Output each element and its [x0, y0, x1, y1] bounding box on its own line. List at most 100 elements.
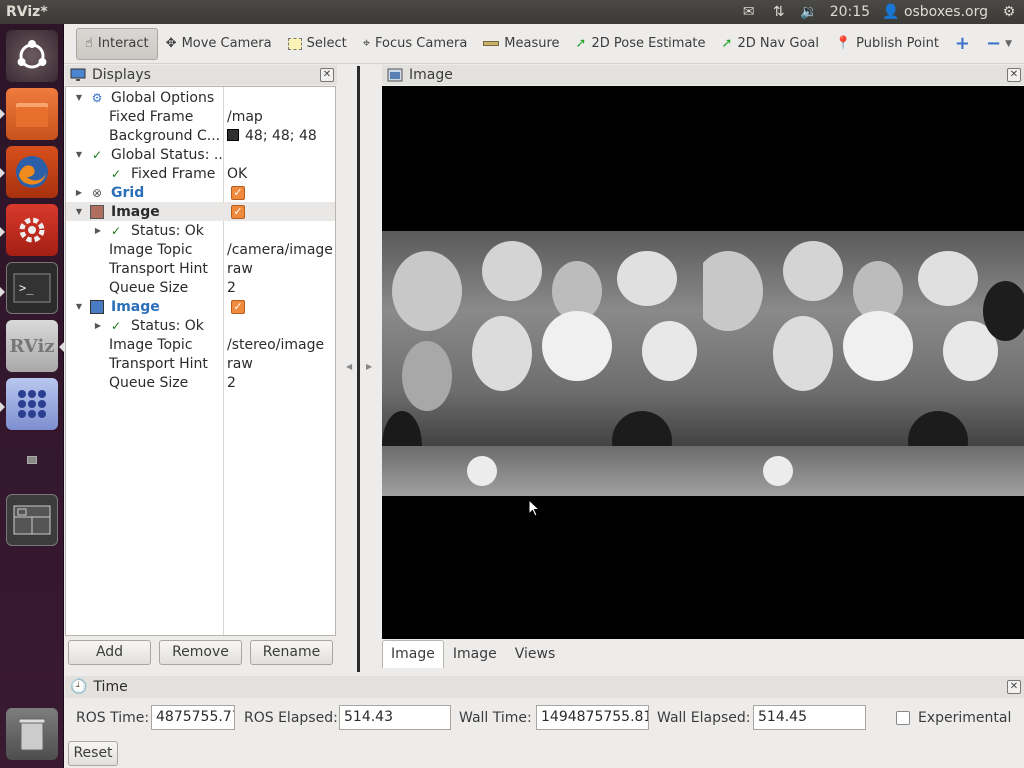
ros-time-label: ROS Time: [76, 710, 150, 726]
files-icon[interactable] [6, 88, 58, 140]
tab-views[interactable]: Views [506, 640, 565, 668]
expand-down-icon[interactable]: ▼ [74, 302, 84, 311]
close-icon[interactable]: ✕ [1007, 680, 1021, 694]
window-title: RViz* [6, 4, 48, 20]
ros-time-field[interactable]: 4875755.77 [151, 705, 235, 730]
system-settings-icon[interactable] [6, 204, 58, 256]
close-icon[interactable]: ✕ [320, 68, 334, 82]
color-swatch [227, 128, 239, 141]
reset-button[interactable]: Reset [68, 741, 118, 766]
tree-row-queue-size[interactable]: Queue Size 2 [66, 373, 335, 392]
left-camera-image [382, 231, 703, 496]
rviz-icon[interactable]: RViz [6, 320, 58, 372]
nav-goal-tool[interactable]: ➚ 2D Nav Goal [714, 28, 827, 60]
expand-down-icon[interactable]: ▼ [74, 207, 84, 216]
clock[interactable]: 20:15 [830, 4, 870, 20]
expand-down-icon[interactable]: ▼ [74, 150, 84, 159]
collapse-right-icon[interactable]: ▶ [366, 362, 372, 371]
app-grid-icon[interactable] [6, 378, 58, 430]
expand-right-icon[interactable]: ▶ [74, 188, 84, 197]
tree-row-grid[interactable]: ▶ ⊗ Grid ✓ [66, 183, 335, 202]
wall-elapsed-label: Wall Elapsed: [657, 710, 751, 726]
pose-estimate-tool[interactable]: ➚ 2D Pose Estimate [568, 28, 714, 60]
checkmark-icon: ✓ [110, 166, 122, 181]
ros-elapsed-field[interactable]: 514.43 [339, 705, 451, 730]
select-icon [287, 37, 302, 50]
remove-tool-button[interactable]: − ▼ [978, 28, 1020, 60]
tree-row-background-color[interactable]: Background C... 48; 48; 48 [66, 126, 335, 145]
image-render-view[interactable] [382, 86, 1024, 639]
user-name: osboxes.org [903, 4, 988, 20]
user-menu[interactable]: 👤 osboxes.org [882, 4, 988, 20]
ruler-icon [483, 41, 500, 46]
right-camera-image [703, 231, 1024, 496]
tree-row-fixed-frame-status[interactable]: ✓ Fixed Frame OK [66, 164, 335, 183]
displays-title: Displays [92, 67, 151, 83]
mouse-cursor-icon [528, 499, 540, 517]
monitor-icon [70, 68, 86, 81]
tree-row-transport-hint[interactable]: Transport Hint raw [66, 354, 335, 373]
tree-row-transport-hint[interactable]: Transport Hint raw [66, 259, 335, 278]
experimental-label[interactable]: Experimental [918, 710, 1011, 726]
rename-display-button[interactable]: Rename [250, 640, 333, 665]
image-tabs: Image Image Views [382, 640, 564, 668]
crosshair-icon: ⌖ [362, 36, 371, 51]
chevron-down-icon: ▼ [1005, 38, 1013, 49]
add-tool-button[interactable]: + [947, 28, 978, 60]
green-arrow-icon: ➚ [575, 36, 587, 51]
expand-down-icon[interactable]: ▼ [74, 93, 84, 102]
trash-icon[interactable] [6, 708, 58, 760]
tree-row-image-camera[interactable]: ▼ Image ✓ [66, 202, 335, 221]
displays-header: Displays ✕ [65, 65, 337, 85]
firefox-icon[interactable] [6, 146, 58, 198]
tree-row-global-status[interactable]: ▼ ✓ Global Status: ... [66, 145, 335, 164]
image-enabled-checkbox[interactable]: ✓ [231, 204, 245, 219]
publish-point-tool[interactable]: 📍 Publish Point [827, 28, 947, 60]
network-icon[interactable]: ⇅ [770, 4, 788, 20]
workspace-switcher-icon[interactable] [6, 494, 58, 546]
grid-icon: ⊗ [91, 185, 103, 200]
top-panel: RViz* ✉ ⇅ 🔉 20:15 👤 osboxes.org ⚙ [0, 0, 1024, 24]
clock-icon: 🕘 [70, 679, 88, 695]
time-panel: 🕘 Time ✕ ROS Time: 4875755.77 ROS Elapse… [65, 676, 1024, 768]
tree-row-status-ok[interactable]: ▶ ✓ Status: Ok [66, 221, 335, 240]
panel-splitter[interactable] [357, 66, 360, 672]
collapse-left-icon[interactable]: ◀ [346, 362, 352, 371]
sound-icon[interactable]: 🔉 [800, 4, 818, 20]
measure-tool[interactable]: Measure [475, 28, 567, 60]
terminal-icon[interactable]: >_ [6, 262, 58, 314]
tab-image-2[interactable]: Image [444, 640, 506, 668]
expand-right-icon[interactable]: ▶ [93, 226, 103, 235]
interact-tool[interactable]: ☝ Interact [76, 27, 158, 60]
system-tray: ✉ ⇅ 🔉 20:15 👤 osboxes.org ⚙ [740, 4, 1024, 20]
tree-row-status-ok[interactable]: ▶ ✓ Status: Ok [66, 316, 335, 335]
focus-camera-tool[interactable]: ⌖ Focus Camera [355, 28, 476, 60]
small-window-icon[interactable] [27, 456, 37, 464]
tree-row-queue-size[interactable]: Queue Size 2 [66, 278, 335, 297]
tree-row-image-topic[interactable]: Image Topic /camera/image [66, 240, 335, 259]
plus-icon: + [954, 33, 971, 54]
ubuntu-dash-icon[interactable] [6, 30, 58, 82]
tree-row-fixed-frame[interactable]: Fixed Frame /map [66, 107, 335, 126]
tree-row-image-stereo[interactable]: ▼ Image ✓ [66, 297, 335, 316]
remove-display-button[interactable]: Remove [159, 640, 242, 665]
tree-row-global-options[interactable]: ▼ ⚙ Global Options [66, 88, 335, 107]
add-display-button[interactable]: Add [68, 640, 151, 665]
close-icon[interactable]: ✕ [1007, 68, 1021, 82]
image-enabled-checkbox[interactable]: ✓ [231, 299, 245, 314]
mail-icon[interactable]: ✉ [740, 4, 758, 20]
experimental-checkbox[interactable] [896, 711, 910, 725]
expand-right-icon[interactable]: ▶ [93, 321, 103, 330]
main-toolbar: ☝ Interact ✥ Move Camera Select ⌖ Focus Cam… [64, 24, 1024, 64]
grid-enabled-checkbox[interactable]: ✓ [231, 185, 245, 200]
gear-icon[interactable]: ⚙ [1000, 4, 1018, 20]
tab-image-1[interactable]: Image [382, 640, 444, 668]
tree-row-image-topic[interactable]: Image Topic /stereo/image [66, 335, 335, 354]
wall-elapsed-field[interactable]: 514.45 [753, 705, 866, 730]
user-icon: 👤 [882, 4, 900, 20]
wall-time-field[interactable]: 1494875755.81 [536, 705, 649, 730]
select-tool[interactable]: Select [280, 28, 355, 60]
stereo-image [382, 231, 1024, 496]
move-camera-tool[interactable]: ✥ Move Camera [158, 28, 280, 60]
wall-time-label: Wall Time: [459, 710, 532, 726]
